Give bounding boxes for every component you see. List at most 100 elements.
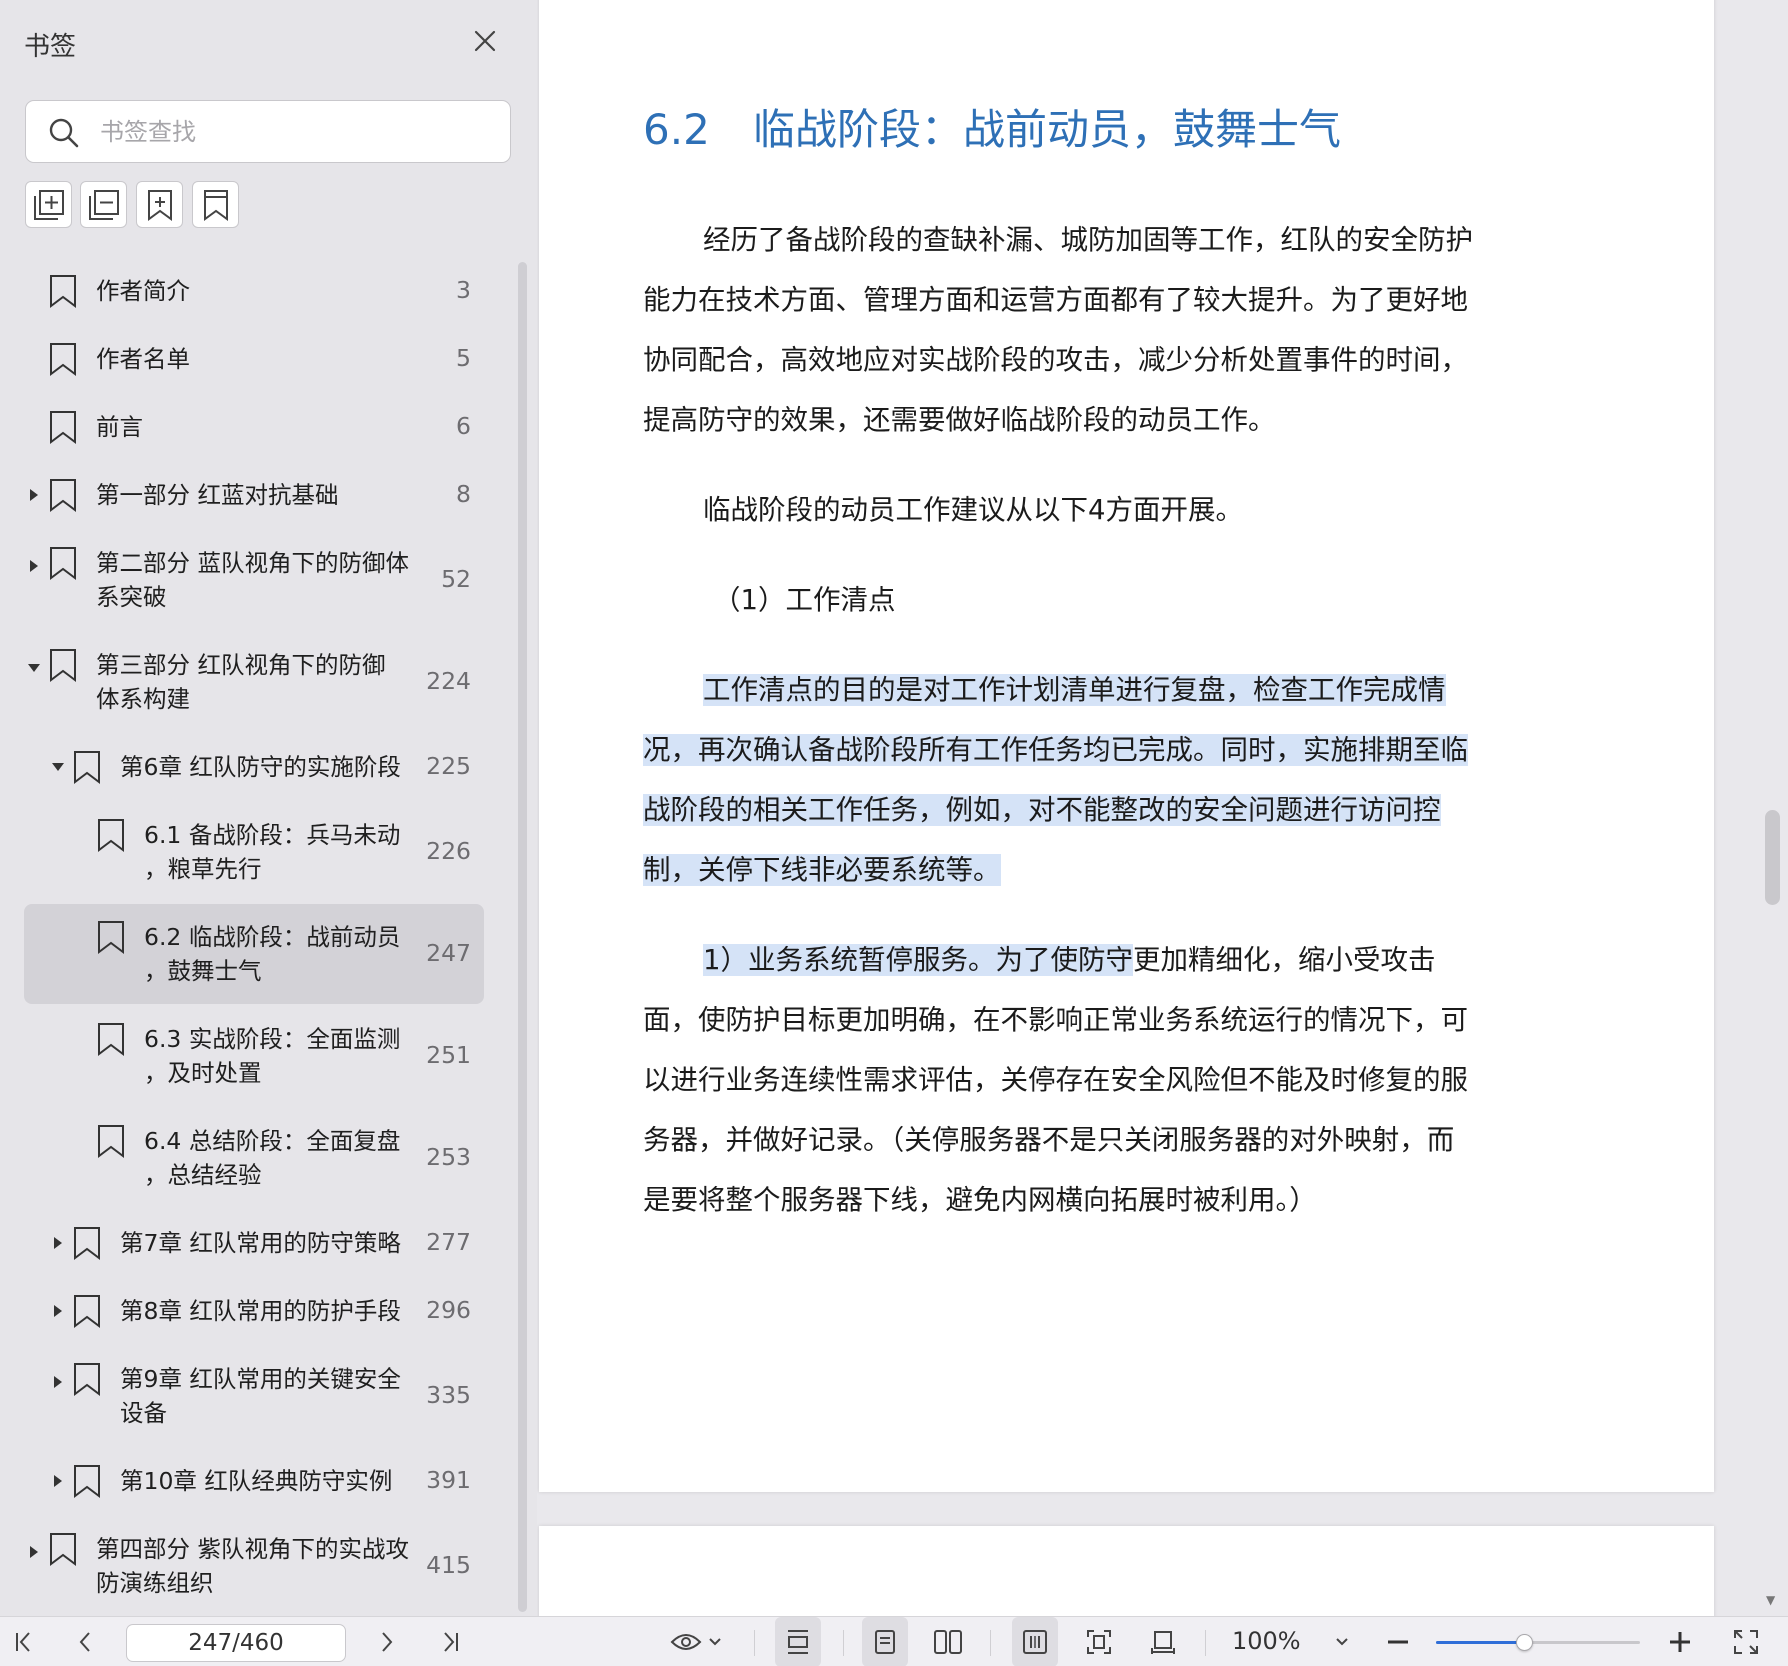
last-page-button[interactable] — [432, 1617, 468, 1666]
text-line: 况，再次确认备战阶段所有工作任务均已完成。同时，实施排期至临 — [643, 720, 1543, 780]
bookmark-item[interactable]: 第7章 红队常用的防守策略 277 — [24, 1210, 484, 1276]
first-page-button[interactable] — [6, 1617, 42, 1666]
eye-icon — [670, 1634, 702, 1650]
bookmark-page-number: 253 — [426, 1143, 471, 1171]
document-scrollbar[interactable] — [1765, 810, 1780, 905]
fit-screen-button[interactable] — [1076, 1617, 1122, 1666]
bookmark-page-number: 224 — [426, 667, 471, 695]
bookmark-item[interactable]: 第四部分 紫队视角下的实战攻 防演练组织 415 — [24, 1516, 484, 1616]
bookmark-item[interactable]: 作者名单 5 — [24, 326, 484, 392]
bookmark-label: 作者简介 — [96, 274, 190, 308]
bookmark-item[interactable]: 第二部分 蓝队视角下的防御体 系突破 52 — [24, 530, 484, 630]
bookmark-item[interactable]: 第10章 红队经典防守实例 391 — [24, 1448, 484, 1514]
zoom-dropdown[interactable] — [1330, 1617, 1354, 1666]
fullscreen-icon — [1734, 1630, 1758, 1654]
section-title: 临战阶段：战前动员，鼓舞士气 — [753, 105, 1342, 154]
caret-right-icon[interactable] — [50, 1473, 66, 1489]
caret-down-icon[interactable] — [50, 759, 66, 775]
bookmark-page-number: 52 — [441, 565, 471, 593]
bookmark-search-input[interactable] — [100, 113, 490, 151]
bookmark-label-line: 第四部分 紫队视角下的实战攻 — [96, 1535, 409, 1563]
zoom-level[interactable]: 100% — [1232, 1627, 1301, 1655]
zoom-in-button[interactable] — [1662, 1617, 1698, 1666]
sidebar-scrollbar[interactable] — [518, 262, 527, 1612]
view-mode-dropdown[interactable] — [664, 1617, 728, 1666]
bookmark-label-line: 防演练组织 — [96, 1569, 214, 1597]
bookmark-icon — [74, 1295, 100, 1328]
caret-right-icon[interactable] — [50, 1303, 66, 1319]
two-page-button[interactable] — [925, 1617, 971, 1666]
text-line: 战阶段的相关工作任务，例如，对不能整改的安全问题进行访问控 — [643, 780, 1543, 840]
bookmark-icon — [50, 479, 76, 512]
two-page-icon — [934, 1630, 962, 1654]
bookmark-item[interactable]: 第一部分 红蓝对抗基础 8 — [24, 462, 484, 528]
bookmark-item[interactable]: 第6章 红队防守的实施阶段 225 — [24, 734, 484, 800]
fit-page-button[interactable] — [775, 1617, 821, 1666]
bookmark-icon — [98, 819, 124, 852]
bookmark-icon — [203, 189, 228, 221]
bookmark-icon — [50, 547, 76, 580]
caret-right-icon[interactable] — [26, 1544, 42, 1560]
bookmark-label-line: 前言 — [96, 413, 143, 441]
single-page-button[interactable] — [862, 1617, 908, 1666]
bookmark-page-number: 8 — [456, 480, 471, 508]
first-page-icon — [16, 1632, 30, 1652]
bookmark-item[interactable]: 前言 6 — [24, 394, 484, 460]
close-icon[interactable] — [470, 26, 500, 56]
bookmark-label: 第7章 红队常用的防守策略 — [120, 1226, 401, 1260]
text-line: （1）工作清点 — [713, 584, 896, 616]
bookmark-item[interactable]: 第三部分 红队视角下的防御 体系构建 224 — [24, 632, 484, 732]
expand-all-button[interactable] — [25, 181, 72, 228]
scroll-down-arrow-icon[interactable]: ▼ — [1766, 1593, 1775, 1607]
caret-right-icon[interactable] — [26, 558, 42, 574]
bookmark-label-line: 6.4 总结阶段：全面复盘 — [144, 1127, 401, 1155]
sidebar-title: 书签 — [24, 32, 77, 62]
bookmark-label: 第10章 红队经典防守实例 — [120, 1464, 392, 1498]
caret-down-icon[interactable] — [26, 660, 42, 676]
reading-mode-button[interactable] — [1012, 1617, 1058, 1666]
bookmark-label-line: 第6章 红队防守的实施阶段 — [120, 753, 401, 781]
fullscreen-button[interactable] — [1728, 1617, 1764, 1666]
zoom-out-button[interactable] — [1380, 1617, 1416, 1666]
bookmark-label-line: ，总结经验 — [144, 1161, 262, 1189]
paragraph-intro: 经历了备战阶段的查缺补漏、城防加固等工作，红队的安全防护 能力在技术方面、管理方… — [643, 210, 1543, 450]
bookmark-label: 6.2 临战阶段：战前动员 ，鼓舞士气 — [144, 920, 400, 988]
subsection-heading: （1）工作清点 — [643, 570, 1543, 630]
bookmark-label-line: 第7章 红队常用的防守策略 — [120, 1229, 401, 1257]
bookmark-item[interactable]: 6.1 备战阶段：兵马未动 ，粮草先行 226 — [24, 802, 484, 902]
bookmark-item[interactable]: 作者简介 3 — [24, 258, 484, 324]
section-heading: 6.2 临战阶段：战前动员，鼓舞士气 — [643, 96, 1341, 157]
bookmark-page-number: 225 — [426, 752, 471, 780]
bookmark-item[interactable]: 6.2 临战阶段：战前动员 ，鼓舞士气 247 — [24, 904, 484, 1004]
bookmark-button[interactable] — [192, 181, 239, 228]
bookmark-item[interactable]: 6.3 实战阶段：全面监测 ，及时处置 251 — [24, 1006, 484, 1106]
text-line: 是要将整个服务器下线，避免内网横向拓展时被利用。） — [643, 1184, 1317, 1216]
caret-right-icon[interactable] — [26, 487, 42, 503]
chevron-down-icon — [709, 1638, 721, 1646]
section-number: 6.2 — [643, 105, 710, 154]
prev-page-button[interactable] — [68, 1617, 104, 1666]
bookmark-item[interactable]: 6.4 总结阶段：全面复盘 ，总结经验 253 — [24, 1108, 484, 1208]
page-number-input[interactable] — [126, 1624, 346, 1662]
zoom-slider-fill — [1436, 1641, 1524, 1644]
next-page-button[interactable] — [368, 1617, 404, 1666]
bookmark-icon — [74, 1465, 100, 1498]
collapse-all-button[interactable] — [80, 181, 127, 228]
bookmark-icon — [50, 343, 76, 376]
prev-page-icon — [79, 1632, 90, 1652]
zoom-slider[interactable] — [1436, 1634, 1640, 1651]
caret-right-icon[interactable] — [50, 1235, 66, 1251]
text-line: 以进行业务连续性需求评估，关停存在安全风险但不能及时修复的服 — [643, 1064, 1468, 1096]
bookmark-item[interactable]: 第8章 红队常用的防护手段 296 — [24, 1278, 484, 1344]
text-line: 1）业务系统暂停服务。为了使防守更加精细化，缩小受攻击 — [643, 930, 1543, 990]
bookmark-list: 作者简介 3 作者名单 5 前言 6 第一部分 红蓝对抗基础 8 第二部分 蓝队视角下的防御体系… — [0, 258, 520, 1616]
zoom-slider-handle[interactable] — [1515, 1634, 1533, 1651]
bookmark-label-line: 系突破 — [96, 583, 167, 611]
rotate-button[interactable] — [1140, 1617, 1186, 1666]
bookmark-icon — [98, 921, 124, 954]
add-bookmark-button[interactable] — [136, 181, 183, 228]
bookmark-item[interactable]: 第9章 红队常用的关键安全 设备 335 — [24, 1346, 484, 1446]
caret-right-icon[interactable] — [50, 1374, 66, 1390]
fit-screen-icon — [1087, 1630, 1111, 1654]
bookmark-page-number: 391 — [426, 1466, 471, 1494]
